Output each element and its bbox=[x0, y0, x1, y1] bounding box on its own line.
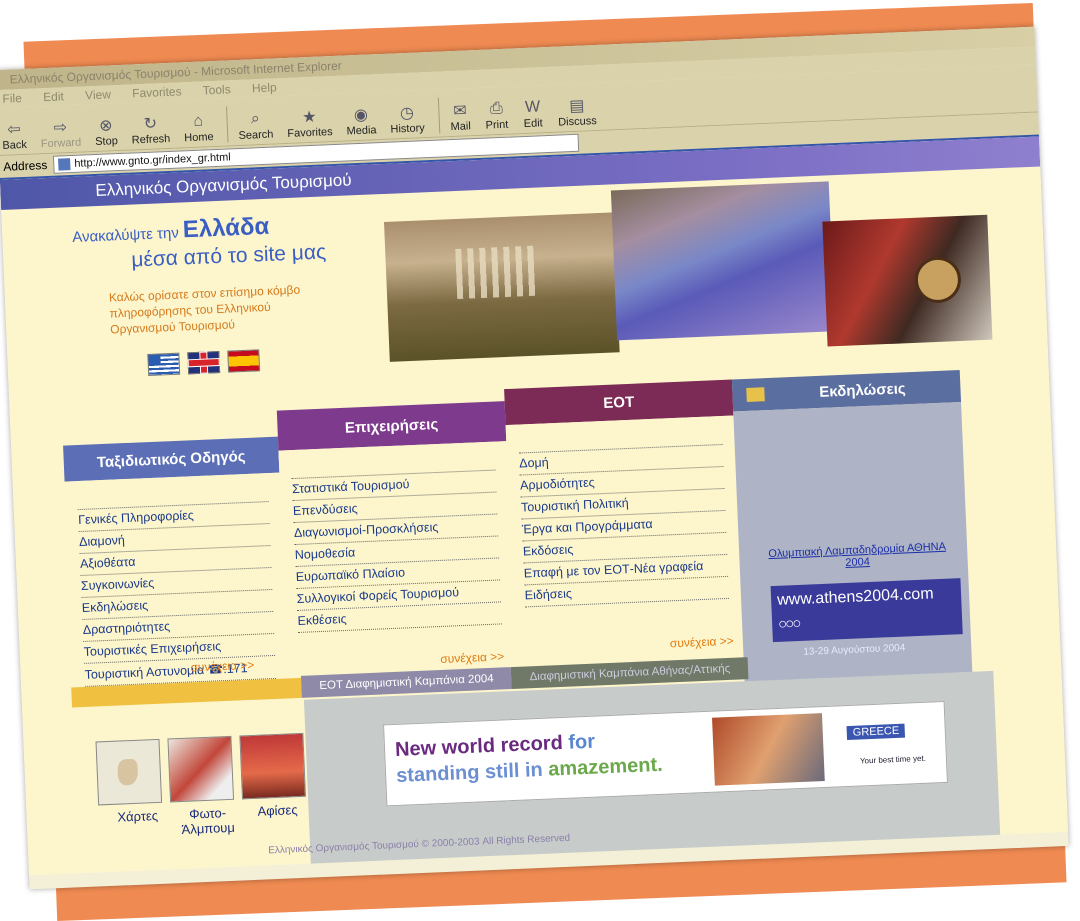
header-photos bbox=[383, 175, 993, 370]
discuss-icon: ▤ bbox=[568, 97, 585, 116]
page-icon bbox=[58, 158, 71, 171]
ad-line-2-b: amazement. bbox=[547, 753, 664, 781]
print-button[interactable]: ⎙ Print bbox=[485, 99, 509, 132]
business-more-link[interactable]: συνέχεια >> bbox=[440, 649, 504, 666]
home-button[interactable]: ⌂ Home bbox=[183, 111, 214, 144]
ad-line-1-b: for bbox=[567, 730, 596, 754]
ad-line-2-a: standing still in bbox=[395, 758, 549, 787]
back-label: Back bbox=[2, 138, 28, 152]
toolbar-separator bbox=[437, 97, 440, 134]
favorites-button[interactable]: ★ Favorites bbox=[286, 106, 333, 140]
eot-more-link[interactable]: συνέχεια >> bbox=[670, 634, 734, 651]
forward-label: Forward bbox=[40, 136, 82, 151]
coast-photo bbox=[610, 181, 835, 341]
intro-bold: Ελλάδα bbox=[182, 212, 270, 244]
media-labels: Χάρτες Φωτο-Άλμπουμ Αφίσες bbox=[102, 802, 313, 841]
envelope-icon bbox=[746, 387, 765, 402]
address-label: Address bbox=[3, 158, 48, 174]
media-thumbnails bbox=[95, 732, 306, 806]
history-button[interactable]: ◷ History bbox=[389, 102, 425, 136]
uk-flag-icon[interactable] bbox=[187, 351, 221, 375]
greece-tagline: Your best time yet. bbox=[859, 753, 927, 766]
discuss-button[interactable]: ▤ Discuss bbox=[557, 95, 597, 129]
mail-button[interactable]: ✉ Mail bbox=[449, 100, 472, 133]
toolbar-separator bbox=[226, 106, 229, 143]
edit-label: Edit bbox=[523, 117, 543, 131]
history-icon: ◷ bbox=[399, 104, 415, 123]
home-label: Home bbox=[184, 131, 214, 145]
spanish-flag-icon[interactable] bbox=[227, 349, 261, 373]
mail-label: Mail bbox=[450, 120, 472, 134]
language-flags bbox=[147, 349, 261, 376]
back-button[interactable]: ⇦ Back bbox=[1, 119, 27, 152]
greece-2004-logo: GREECE Your best time yet. bbox=[828, 708, 939, 780]
forward-arrow-icon: ⇨ bbox=[53, 119, 68, 137]
menu-help[interactable]: Help bbox=[252, 80, 277, 95]
history-label: History bbox=[390, 122, 425, 136]
ad-line-1-a: New world record bbox=[394, 731, 569, 761]
photo-album-thumbnail[interactable] bbox=[167, 735, 235, 803]
media-icon: ◉ bbox=[353, 106, 369, 125]
discuss-label: Discuss bbox=[557, 114, 597, 129]
ad-photo bbox=[712, 713, 825, 786]
intro-pre: Ανακαλύψτε την bbox=[72, 224, 180, 247]
refresh-label: Refresh bbox=[131, 132, 171, 147]
search-button[interactable]: ⌕ Search bbox=[237, 109, 273, 142]
search-label: Search bbox=[238, 128, 274, 142]
olympic-torch-link[interactable]: Ολυμπιακή Λαμπαδηδρομία ΑΘΗΝΑ 2004 bbox=[757, 540, 958, 572]
olympic-rings-icon: ○○○ bbox=[777, 614, 800, 633]
print-label: Print bbox=[485, 118, 509, 132]
printer-icon: ⎙ bbox=[489, 99, 504, 118]
stop-button[interactable]: ⊗ Stop bbox=[94, 115, 118, 148]
home-icon: ⌂ bbox=[193, 112, 204, 130]
posters-thumbnail[interactable] bbox=[239, 732, 306, 800]
menu-favorites[interactable]: Favorites bbox=[132, 84, 182, 100]
guide-more-link[interactable]: συνέχεια >> bbox=[190, 658, 254, 675]
media-label: Media bbox=[346, 124, 377, 138]
menu-edit[interactable]: Edit bbox=[43, 89, 64, 104]
intro-block: Ανακαλύψτε την Ελλάδα μέσα από το site μ… bbox=[72, 209, 377, 339]
travel-guide-column: Ταξιδιωτικός Οδηγός Γενικές Πληροφορίες … bbox=[61, 399, 292, 770]
menu-tools[interactable]: Tools bbox=[202, 82, 231, 97]
address-value: http://www.gnto.gr/index_gr.html bbox=[74, 151, 231, 170]
search-icon: ⌕ bbox=[250, 110, 261, 128]
olympic-dates: 13-29 Αυγούστου 2004 bbox=[803, 642, 906, 658]
media-button[interactable]: ◉ Media bbox=[346, 104, 377, 138]
edit-icon: W bbox=[524, 98, 541, 116]
maps-label[interactable]: Χάρτες bbox=[102, 807, 173, 840]
maps-thumbnail[interactable] bbox=[95, 738, 163, 806]
athens2004-banner[interactable]: www.athens2004.com ○○○ bbox=[770, 578, 963, 643]
stop-icon: ⊗ bbox=[98, 117, 113, 135]
photo-album-label[interactable]: Φωτο-Άλμπουμ bbox=[172, 804, 243, 837]
forward-button[interactable]: ⇨ Forward bbox=[40, 117, 82, 151]
travel-guide-links: Γενικές Πληροφορίες Διαμονή Αξιοθέατα Συ… bbox=[64, 472, 292, 770]
refresh-button[interactable]: ↻ Refresh bbox=[131, 113, 171, 147]
athens2004-url: www.athens2004.com bbox=[776, 585, 934, 609]
favorites-label: Favorites bbox=[287, 126, 333, 140]
welcome-text: Καλώς ορίσατε στον επίσημο κόμβο πληροφό… bbox=[108, 282, 301, 337]
events-title: Εκδηλώσεις bbox=[818, 379, 906, 401]
ruins-photo bbox=[383, 212, 620, 362]
site-content: Ελληνικός Οργανισμός Τουρισμού Ανακαλύψτ… bbox=[0, 136, 1069, 876]
edit-button[interactable]: W Edit bbox=[521, 97, 544, 130]
menu-view[interactable]: View bbox=[85, 87, 111, 102]
stop-label: Stop bbox=[94, 135, 119, 149]
greek-flag-icon[interactable] bbox=[147, 352, 181, 376]
musicians-photo bbox=[822, 214, 993, 347]
events-body: Ολυμπιακή Λαμπαδηδρομία ΑΘΗΝΑ 2004 www.a… bbox=[733, 401, 973, 686]
posters-label[interactable]: Αφίσες bbox=[242, 802, 313, 835]
favorites-icon: ★ bbox=[301, 108, 317, 127]
back-arrow-icon: ⇦ bbox=[6, 121, 22, 139]
events-column: Εκδηλώσεις Ολυμπιακή Λαμπαδηδρομία ΑΘΗΝΑ… bbox=[731, 370, 973, 686]
browser-screen: Ελληνικός Οργανισμός Τουρισμού - Microso… bbox=[0, 26, 1069, 890]
mail-icon: ✉ bbox=[453, 102, 468, 120]
menu-file[interactable]: File bbox=[2, 91, 22, 106]
refresh-icon: ↻ bbox=[143, 115, 158, 133]
greece-logo-word: GREECE bbox=[846, 723, 906, 741]
